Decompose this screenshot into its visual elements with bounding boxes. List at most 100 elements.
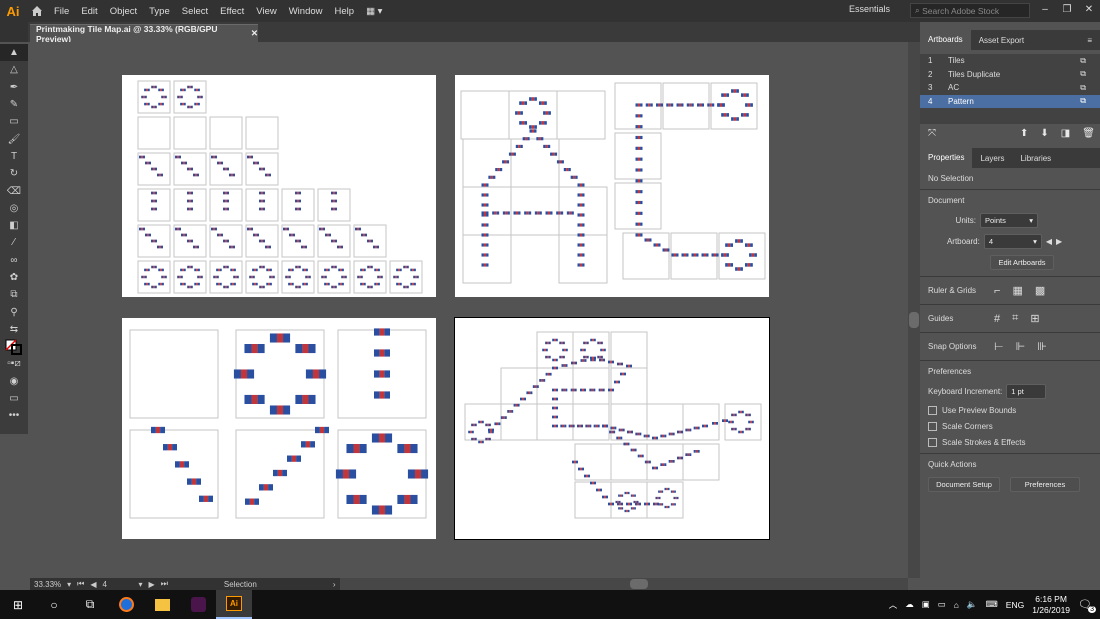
free-transform-tool-icon[interactable]: ◧	[0, 217, 28, 234]
onedrive-icon[interactable]: ☁	[905, 599, 914, 610]
move-up-icon[interactable]: ⬆	[1020, 128, 1028, 139]
prev-icon[interactable]: ◀	[1046, 237, 1052, 246]
edit-artboards-button[interactable]: Edit Artboards	[990, 255, 1054, 270]
smart-guides-icon[interactable]: ⊞	[1030, 312, 1039, 325]
eyedropper-tool-icon[interactable]: ⁄	[0, 234, 28, 251]
illustrator-taskbar-icon[interactable]: Ai	[216, 590, 252, 619]
zoom-tool-icon[interactable]: ⚲	[0, 303, 28, 320]
close-tab-icon[interactable]: ✕	[251, 28, 258, 39]
app-tray-icon[interactable]: ▣	[922, 599, 930, 610]
screen-mode-icon[interactable]: ▭	[0, 390, 28, 407]
snap-to-glyph-icon[interactable]: ⊪	[1037, 340, 1047, 353]
language-indicator[interactable]: ENG	[1006, 600, 1024, 610]
artboard-row-ac[interactable]: 3 AC ⧉	[920, 81, 1100, 95]
vertical-scrollbar[interactable]	[908, 42, 920, 578]
task-view-icon[interactable]: ⧉	[72, 590, 108, 619]
artboard-tiles-duplicate[interactable]	[455, 75, 769, 297]
menu-object[interactable]: Object	[104, 6, 143, 17]
type-tool-icon[interactable]: T	[0, 148, 28, 165]
zoom-level[interactable]: 33.33%	[34, 580, 61, 589]
scale-strokes-checkbox[interactable]: Scale Strokes & Effects	[928, 438, 1092, 447]
artboard-row-pattern[interactable]: 4 Pattern ⧉	[920, 94, 1100, 108]
use-preview-bounds-checkbox[interactable]: Use Preview Bounds	[928, 406, 1092, 415]
volume-icon[interactable]: 🔈	[967, 599, 978, 610]
tab-properties[interactable]: Properties	[920, 148, 973, 168]
tray-chevron-icon[interactable]: ︿	[889, 599, 898, 611]
menu-select[interactable]: Select	[176, 6, 214, 17]
move-down-icon[interactable]: ⬇	[1040, 128, 1048, 139]
grid-icon[interactable]: ▦	[1012, 284, 1022, 297]
guides-icon[interactable]: #	[994, 313, 1000, 325]
document-tab[interactable]: Printmaking Tile Map.ai @ 33.33% (RGB/GP…	[30, 24, 258, 44]
curvature-tool-icon[interactable]: ✎	[0, 96, 28, 113]
warp-tool-icon[interactable]: ◎	[0, 200, 28, 217]
notifications-icon[interactable]: 🗨 3	[1078, 598, 1096, 613]
document-setup-button[interactable]: Document Setup	[928, 477, 1000, 492]
rulers-icon[interactable]: ⌐	[994, 285, 1000, 297]
more-tools-icon[interactable]: •••	[0, 407, 28, 424]
rearrange-artboards-icon[interactable]: ⤧	[928, 128, 936, 139]
slack-icon[interactable]	[180, 590, 216, 619]
artboard-options-icon[interactable]: ⧉	[1080, 56, 1086, 66]
artboard-row-tiles[interactable]: 1 Tiles ⧉	[920, 54, 1100, 68]
restore-icon[interactable]: ❐	[1056, 0, 1078, 22]
paintbrush-tool-icon[interactable]: 🖌	[0, 130, 28, 147]
menu-file[interactable]: File	[48, 6, 75, 17]
prev-artboard-icon[interactable]: ◀	[90, 580, 96, 589]
menu-edit[interactable]: Edit	[75, 6, 103, 17]
windows-start-icon[interactable]: ⊞	[0, 590, 36, 619]
fill-stroke-swatch-icon[interactable]	[0, 338, 28, 355]
delete-artboard-icon[interactable]: 🗑	[1082, 128, 1095, 139]
close-icon[interactable]: ✕	[1078, 0, 1100, 22]
symbol-sprayer-tool-icon[interactable]: ✿	[0, 269, 28, 286]
blend-tool-icon[interactable]: ∞	[0, 252, 28, 269]
last-artboard-icon[interactable]: ⏭	[161, 579, 168, 589]
battery-icon[interactable]: ▭	[938, 599, 946, 610]
menu-view[interactable]: View	[250, 6, 282, 17]
artboard-options-icon[interactable]: ⧉	[1080, 96, 1086, 106]
panel-menu-icon[interactable]: ≡	[1079, 36, 1100, 45]
artboard-options-icon[interactable]: ⧉	[1080, 69, 1086, 79]
lock-guides-icon[interactable]: ⌗	[1012, 312, 1018, 325]
horizontal-scroll-thumb[interactable]	[630, 579, 648, 589]
first-artboard-icon[interactable]: ⏮	[77, 579, 84, 589]
menu-type[interactable]: Type	[143, 6, 176, 17]
new-artboard-icon[interactable]: ◨	[1061, 128, 1070, 139]
ai-logo[interactable]: Ai	[0, 0, 26, 22]
preferences-button[interactable]: Preferences	[1010, 477, 1080, 492]
keyboard-increment-input[interactable]: 1 pt	[1006, 384, 1047, 399]
workspace-switcher[interactable]: Essentials	[849, 4, 890, 14]
tab-artboards[interactable]: Artboards	[920, 30, 971, 50]
units-dropdown[interactable]: Points ▾	[980, 213, 1038, 228]
arrange-documents-icon[interactable]: ▦ ▾	[360, 6, 388, 17]
vertical-scroll-thumb[interactable]	[909, 312, 919, 328]
home-icon[interactable]	[26, 0, 48, 22]
menu-effect[interactable]: Effect	[214, 6, 250, 17]
selection-tool-icon[interactable]: ▲	[0, 44, 28, 62]
artboard-number[interactable]: 4	[103, 580, 133, 589]
status-menu-icon[interactable]: ›	[333, 580, 336, 589]
stock-search-input[interactable]: ⌕ Search Adobe Stock	[910, 3, 1030, 18]
menu-help[interactable]: Help	[329, 6, 361, 17]
menu-window[interactable]: Window	[283, 6, 329, 17]
snap-to-pixel-icon[interactable]: ⊩	[1016, 340, 1026, 353]
cortana-icon[interactable]: ○	[36, 590, 72, 619]
draw-mode-icon[interactable]: ◉	[0, 373, 28, 390]
pen-tool-icon[interactable]: ✒	[0, 79, 28, 96]
artboard-tool-icon[interactable]: ⧉	[0, 286, 28, 303]
tab-layers[interactable]: Layers	[972, 154, 1012, 163]
direct-selection-tool-icon[interactable]: △	[0, 61, 28, 78]
artboard-pattern[interactable]	[454, 317, 770, 540]
color-mode-icon[interactable]: ▫▪⧄	[0, 355, 28, 372]
clock[interactable]: 6:16 PM 1/26/2019	[1032, 594, 1070, 616]
horizontal-scrollbar[interactable]	[340, 578, 908, 590]
file-explorer-icon[interactable]	[144, 590, 180, 619]
next-icon[interactable]: ▶	[1056, 237, 1092, 246]
artboard-ac[interactable]	[122, 318, 436, 539]
rotate-tool-icon[interactable]: ↻	[0, 165, 28, 182]
transparency-grid-icon[interactable]: ▩	[1035, 284, 1045, 297]
artboard-tiles[interactable]	[122, 75, 436, 297]
snap-to-point-icon[interactable]: ⊢	[994, 340, 1004, 353]
artboard-options-icon[interactable]: ⧉	[1080, 83, 1086, 93]
rectangle-tool-icon[interactable]: ▭	[0, 113, 28, 130]
